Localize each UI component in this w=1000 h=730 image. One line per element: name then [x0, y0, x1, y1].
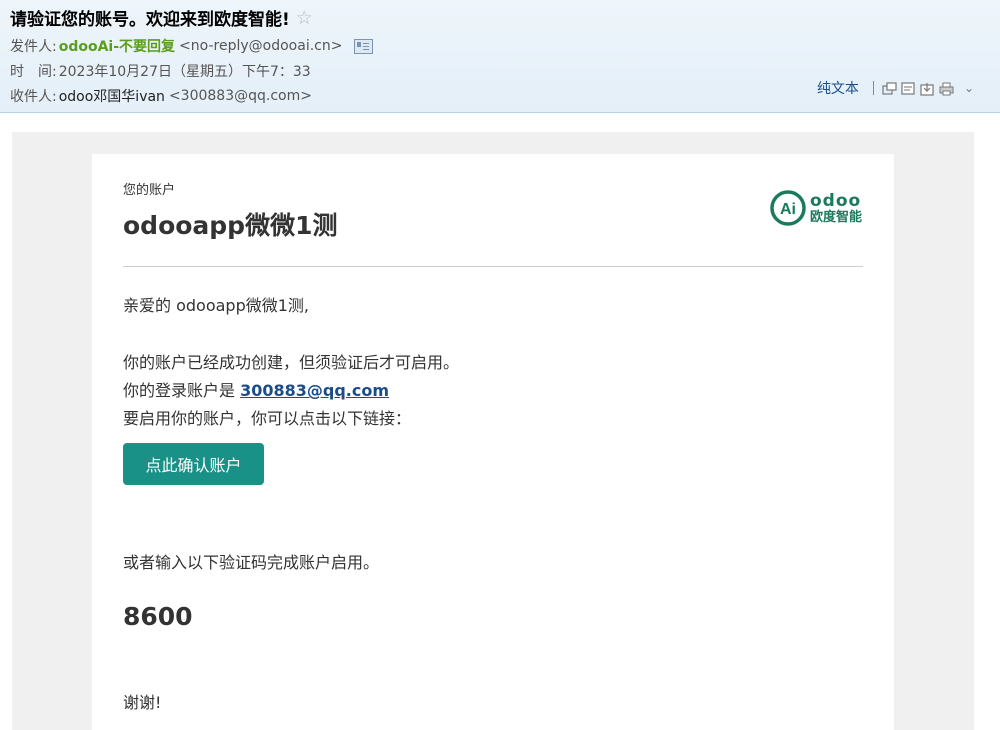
login-account-line: 你的登录账户是 300883@qq.com [123, 377, 389, 401]
star-icon[interactable]: ☆ [296, 7, 313, 29]
plain-text-link[interactable]: 纯文本 [817, 78, 859, 98]
created-text: 你的账户已经成功创建，但须验证后才可启用。 [123, 353, 460, 372]
greeting-text: 亲爱的 odooapp微微1测, [123, 296, 309, 315]
sender-name[interactable]: odooAi-不要回复 [59, 36, 175, 56]
recipient-email[interactable]: <300883@qq.com> [169, 88, 312, 104]
download-icon[interactable] [920, 82, 935, 96]
divider [123, 266, 863, 267]
svg-text:Ai: Ai [780, 201, 796, 218]
print-icon[interactable] [939, 82, 954, 95]
new-window-icon[interactable] [882, 81, 897, 95]
toolbar-separator [872, 81, 874, 95]
confirm-account-button[interactable]: 点此确认账户 [123, 443, 264, 485]
email-content-card: 您的账户 odooapp微微1测 Ai odoo 欧度智能 亲爱的 odooap… [92, 154, 894, 730]
email-header: 请验证您的账号。欢迎来到欧度智能! ☆ 发件人: odooAi-不要回复 <no… [0, 0, 1000, 113]
sender-email[interactable]: <no-reply@odooai.cn> [179, 38, 342, 54]
from-label: 发件人: [10, 39, 57, 55]
subject-text: 请验证您的账号。欢迎来到欧度智能! [10, 10, 290, 30]
to-row: 收件人: odoo邓国华ivan <300883@qq.com> [10, 86, 312, 106]
logo-text-en: odoo [809, 190, 862, 211]
mail-toolbar: 纯文本 ⌄ [817, 78, 974, 98]
to-label: 收件人: [10, 89, 57, 105]
contact-card-icon[interactable] [354, 38, 374, 54]
note-icon[interactable] [901, 81, 916, 95]
account-name: odooapp微微1测 [123, 211, 338, 240]
account-label: 您的账户 [123, 183, 176, 198]
email-subject: 请验证您的账号。欢迎来到欧度智能! ☆ [10, 5, 313, 31]
email-body-frame: 您的账户 odooapp微微1测 Ai odoo 欧度智能 亲爱的 odooap… [12, 132, 974, 730]
activate-instruction: 要启用你的账户，你可以点击以下链接： [123, 409, 412, 428]
odoo-logo: Ai odoo 欧度智能 [770, 190, 862, 226]
alternative-text: 或者输入以下验证码完成账户启用。 [123, 553, 380, 572]
thanks-text: 谢谢! [123, 693, 162, 712]
login-prefix: 你的登录账户是 [123, 381, 241, 400]
time-row: 时 间: 2023年10月27日（星期五）下午7：33 [10, 61, 311, 81]
logo-mark-icon: Ai [770, 190, 806, 226]
logo-text-cn: 欧度智能 [809, 209, 862, 225]
recipient-name[interactable]: odoo邓国华ivan [59, 86, 165, 106]
verification-code: 8600 [123, 602, 193, 631]
chevron-down-icon[interactable]: ⌄ [964, 81, 974, 95]
from-row: 发件人: odooAi-不要回复 <no-reply@odooai.cn> [10, 36, 374, 56]
time-label: 时 间: [10, 64, 57, 80]
login-email-link[interactable]: 300883@qq.com [240, 381, 389, 400]
time-value: 2023年10月27日（星期五）下午7：33 [58, 64, 311, 80]
